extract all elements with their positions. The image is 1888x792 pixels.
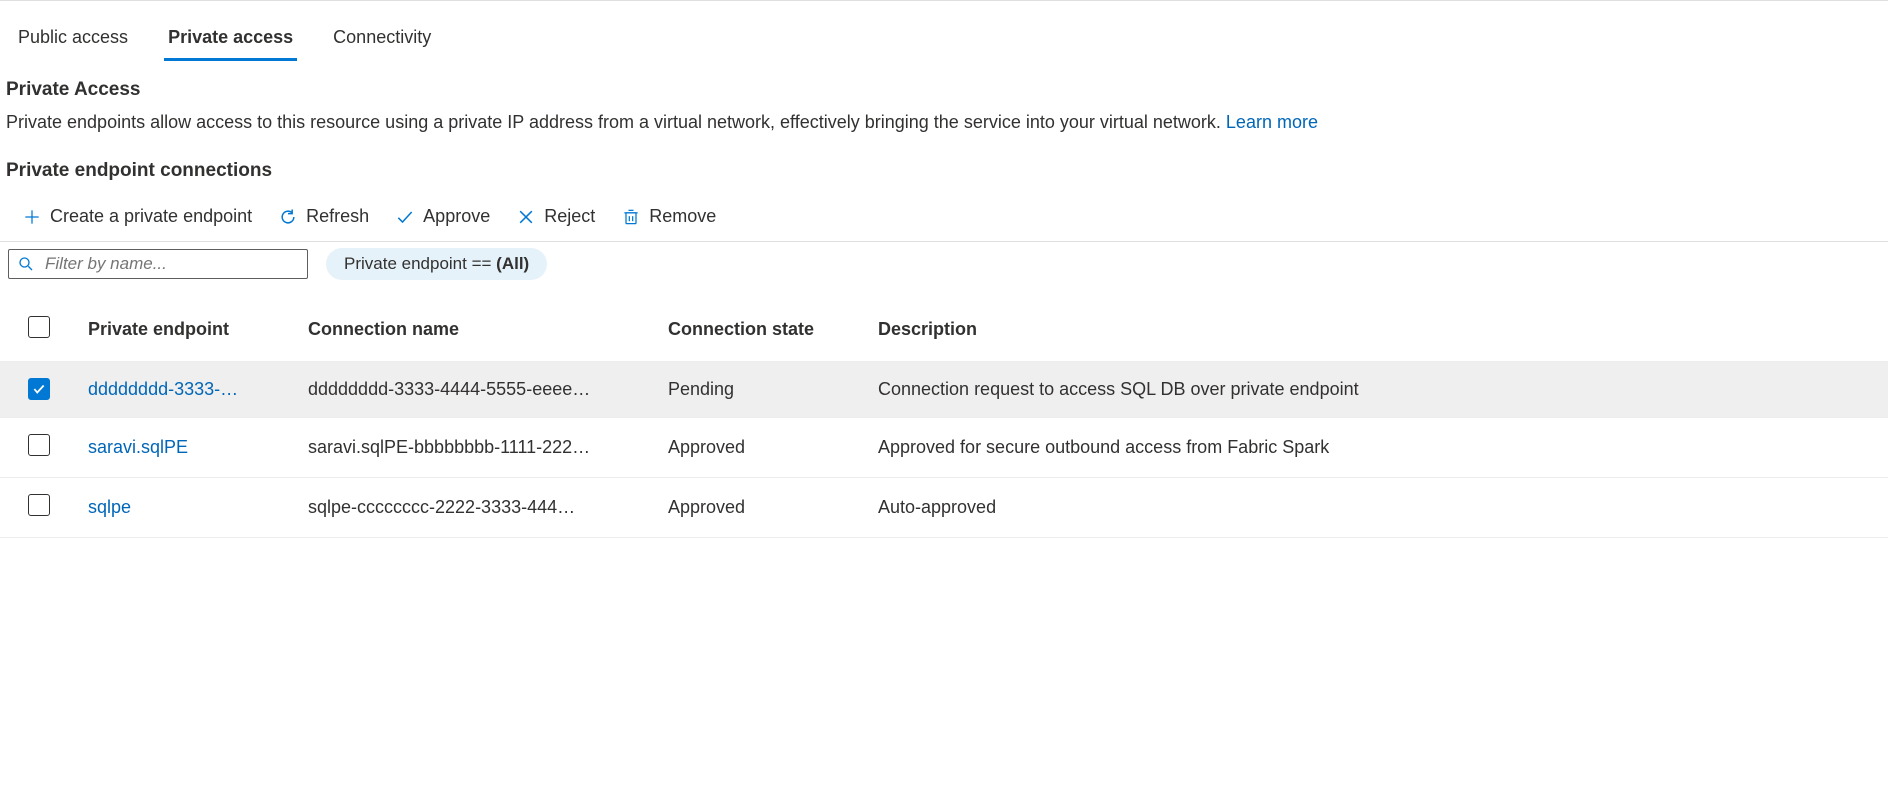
filter-pill-value: (All) — [496, 254, 529, 273]
trash-icon — [621, 207, 641, 227]
tab-public-access[interactable]: Public access — [14, 21, 132, 61]
approve-label: Approve — [423, 206, 490, 227]
remove-button[interactable]: Remove — [611, 202, 726, 231]
private-access-title: Private Access — [6, 79, 1874, 101]
connections-table: Private endpoint Connection name Connect… — [0, 308, 1888, 538]
table-header-row: Private endpoint Connection name Connect… — [0, 308, 1888, 362]
row-checkbox[interactable] — [28, 494, 50, 516]
description-cell: Approved for secure outbound access from… — [878, 437, 1329, 457]
connections-toolbar: Create a private endpoint Refresh Approv… — [0, 196, 1888, 242]
row-checkbox[interactable] — [28, 434, 50, 456]
refresh-icon — [278, 207, 298, 227]
connection-state-cell: Approved — [668, 437, 745, 457]
column-header-description[interactable]: Description — [878, 319, 1888, 340]
connection-name-cell: dddddddd-3333-4444-5555-eeee… — [308, 379, 590, 399]
checkmark-icon — [32, 382, 46, 396]
private-endpoint-link[interactable]: dddddddd-3333-… — [88, 379, 238, 399]
reject-button[interactable]: Reject — [506, 202, 605, 231]
refresh-label: Refresh — [306, 206, 369, 227]
approve-button[interactable]: Approve — [385, 202, 500, 231]
description-cell: Connection request to access SQL DB over… — [878, 379, 1359, 399]
reject-label: Reject — [544, 206, 595, 227]
refresh-button[interactable]: Refresh — [268, 202, 379, 231]
x-icon — [516, 207, 536, 227]
filter-by-name-searchbox[interactable] — [8, 249, 308, 279]
tabs-bar: Public access Private access Connectivit… — [0, 9, 1888, 61]
column-header-private-endpoint[interactable]: Private endpoint — [88, 319, 308, 340]
private-endpoint-filter-pill[interactable]: Private endpoint == (All) — [326, 248, 547, 280]
private-access-description: Private endpoints allow access to this r… — [6, 109, 1874, 136]
private-access-description-text: Private endpoints allow access to this r… — [6, 112, 1226, 132]
filter-by-name-input[interactable] — [45, 254, 299, 274]
row-checkbox[interactable] — [28, 378, 50, 400]
description-cell: Auto-approved — [878, 497, 996, 517]
connection-state-cell: Approved — [668, 497, 745, 517]
column-header-connection-name[interactable]: Connection name — [308, 319, 668, 340]
table-row[interactable]: sqlpe sqlpe-cccccccc-2222-3333-444… Appr… — [0, 478, 1888, 538]
remove-label: Remove — [649, 206, 716, 227]
connection-name-cell: sqlpe-cccccccc-2222-3333-444… — [308, 497, 575, 517]
table-row[interactable]: dddddddd-3333-… dddddddd-3333-4444-5555-… — [0, 362, 1888, 418]
connection-name-cell: saravi.sqlPE-bbbbbbbb-1111-222… — [308, 437, 590, 457]
check-icon — [395, 207, 415, 227]
plus-icon — [22, 207, 42, 227]
private-endpoint-connections-title: Private endpoint connections — [6, 160, 1874, 182]
column-header-connection-state[interactable]: Connection state — [668, 319, 878, 340]
create-private-endpoint-button[interactable]: Create a private endpoint — [12, 202, 262, 231]
tab-private-access[interactable]: Private access — [164, 21, 297, 61]
table-row[interactable]: saravi.sqlPE saravi.sqlPE-bbbbbbbb-1111-… — [0, 418, 1888, 478]
tab-connectivity[interactable]: Connectivity — [329, 21, 435, 61]
search-icon — [17, 255, 35, 273]
filter-pill-prefix: Private endpoint == — [344, 254, 496, 273]
select-all-checkbox[interactable] — [28, 316, 50, 338]
connection-state-cell: Pending — [668, 379, 734, 399]
learn-more-link[interactable]: Learn more — [1226, 112, 1318, 132]
create-private-endpoint-label: Create a private endpoint — [50, 206, 252, 227]
private-endpoint-link[interactable]: saravi.sqlPE — [88, 437, 188, 457]
private-endpoint-link[interactable]: sqlpe — [88, 497, 131, 517]
